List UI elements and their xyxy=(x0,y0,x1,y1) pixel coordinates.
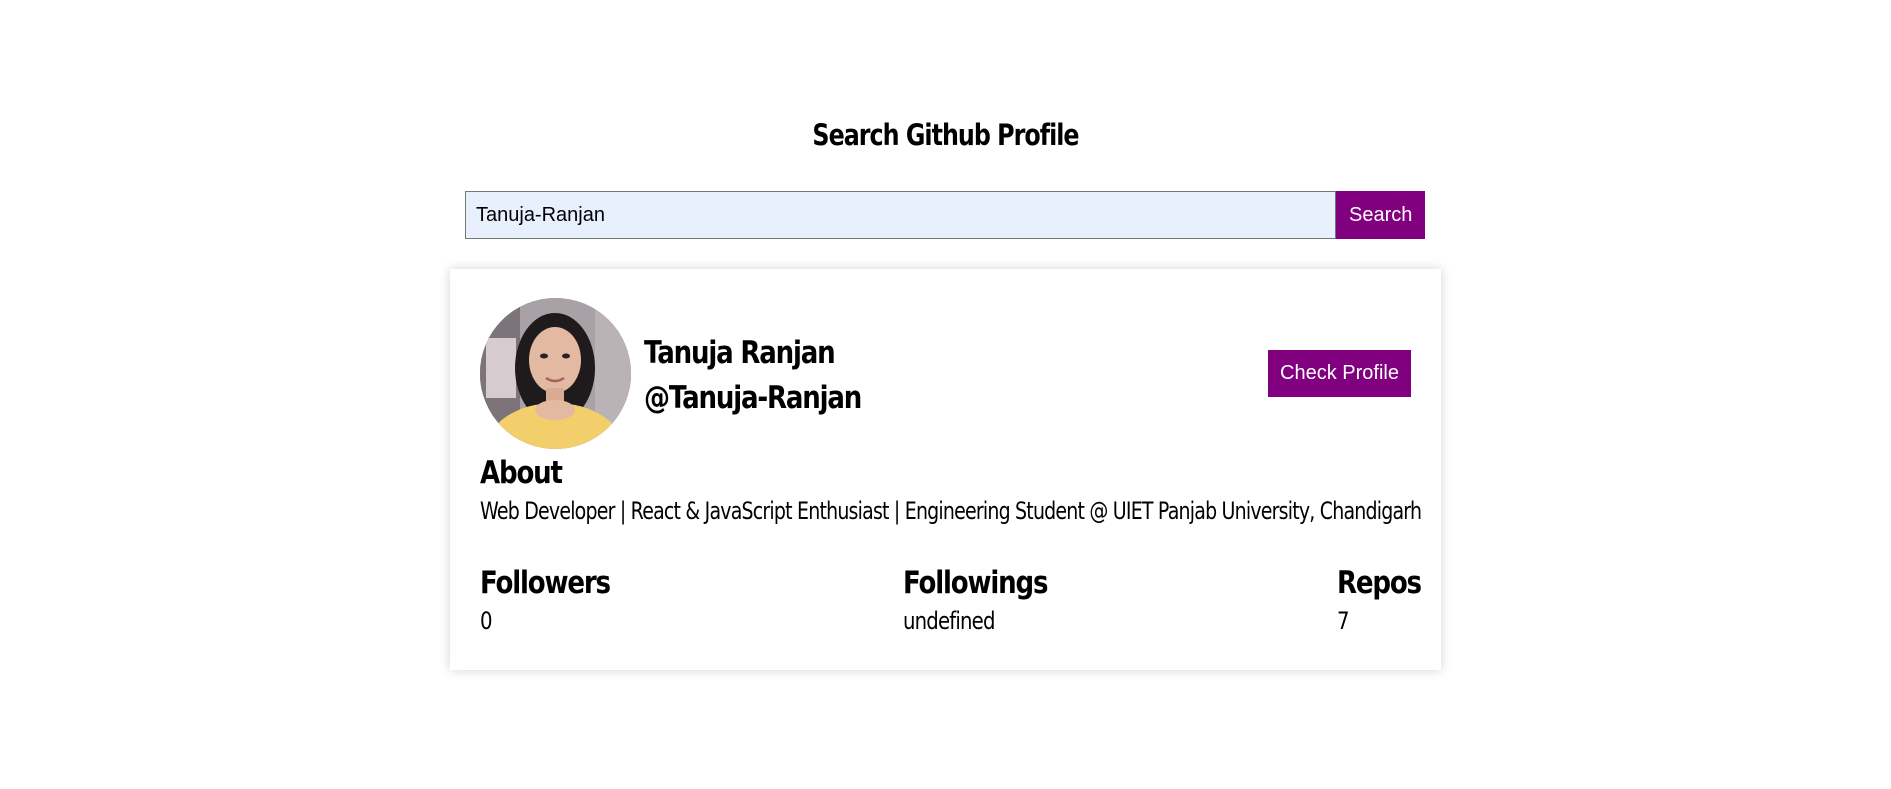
stat-followers: Followers 0 xyxy=(480,565,635,635)
page-title: Search Github Profile xyxy=(812,118,1079,152)
search-input[interactable] xyxy=(465,191,1337,239)
search-button[interactable]: Search xyxy=(1336,191,1425,239)
profile-name-block: Tanuja Ranjan @Tanuja-Ranjan xyxy=(644,331,903,421)
followings-value: undefined xyxy=(903,607,995,635)
followings-label: Followings xyxy=(903,565,1048,601)
stat-repos: Repos 7 xyxy=(1337,565,1437,635)
repos-value: 7 xyxy=(1337,607,1350,635)
about-heading: About xyxy=(480,455,563,491)
search-bar: Search xyxy=(465,191,1425,239)
repos-label: Repos xyxy=(1337,565,1422,601)
stat-followings: Followings undefined xyxy=(903,565,1075,635)
about-text: Web Developer | React & JavaScript Enthu… xyxy=(480,497,1422,525)
followers-label: Followers xyxy=(480,565,611,601)
followers-value: 0 xyxy=(480,607,493,635)
profile-handle: @Tanuja-Ranjan xyxy=(644,380,862,416)
profile-card: Tanuja Ranjan @Tanuja-Ranjan Check Profi… xyxy=(450,269,1441,670)
user-avatar-photo-icon xyxy=(480,298,631,449)
check-profile-button[interactable]: Check Profile xyxy=(1268,350,1411,397)
page: Search Github Profile Search Tanuja xyxy=(0,0,1891,789)
avatar xyxy=(480,298,631,449)
profile-name: Tanuja Ranjan xyxy=(644,335,836,371)
